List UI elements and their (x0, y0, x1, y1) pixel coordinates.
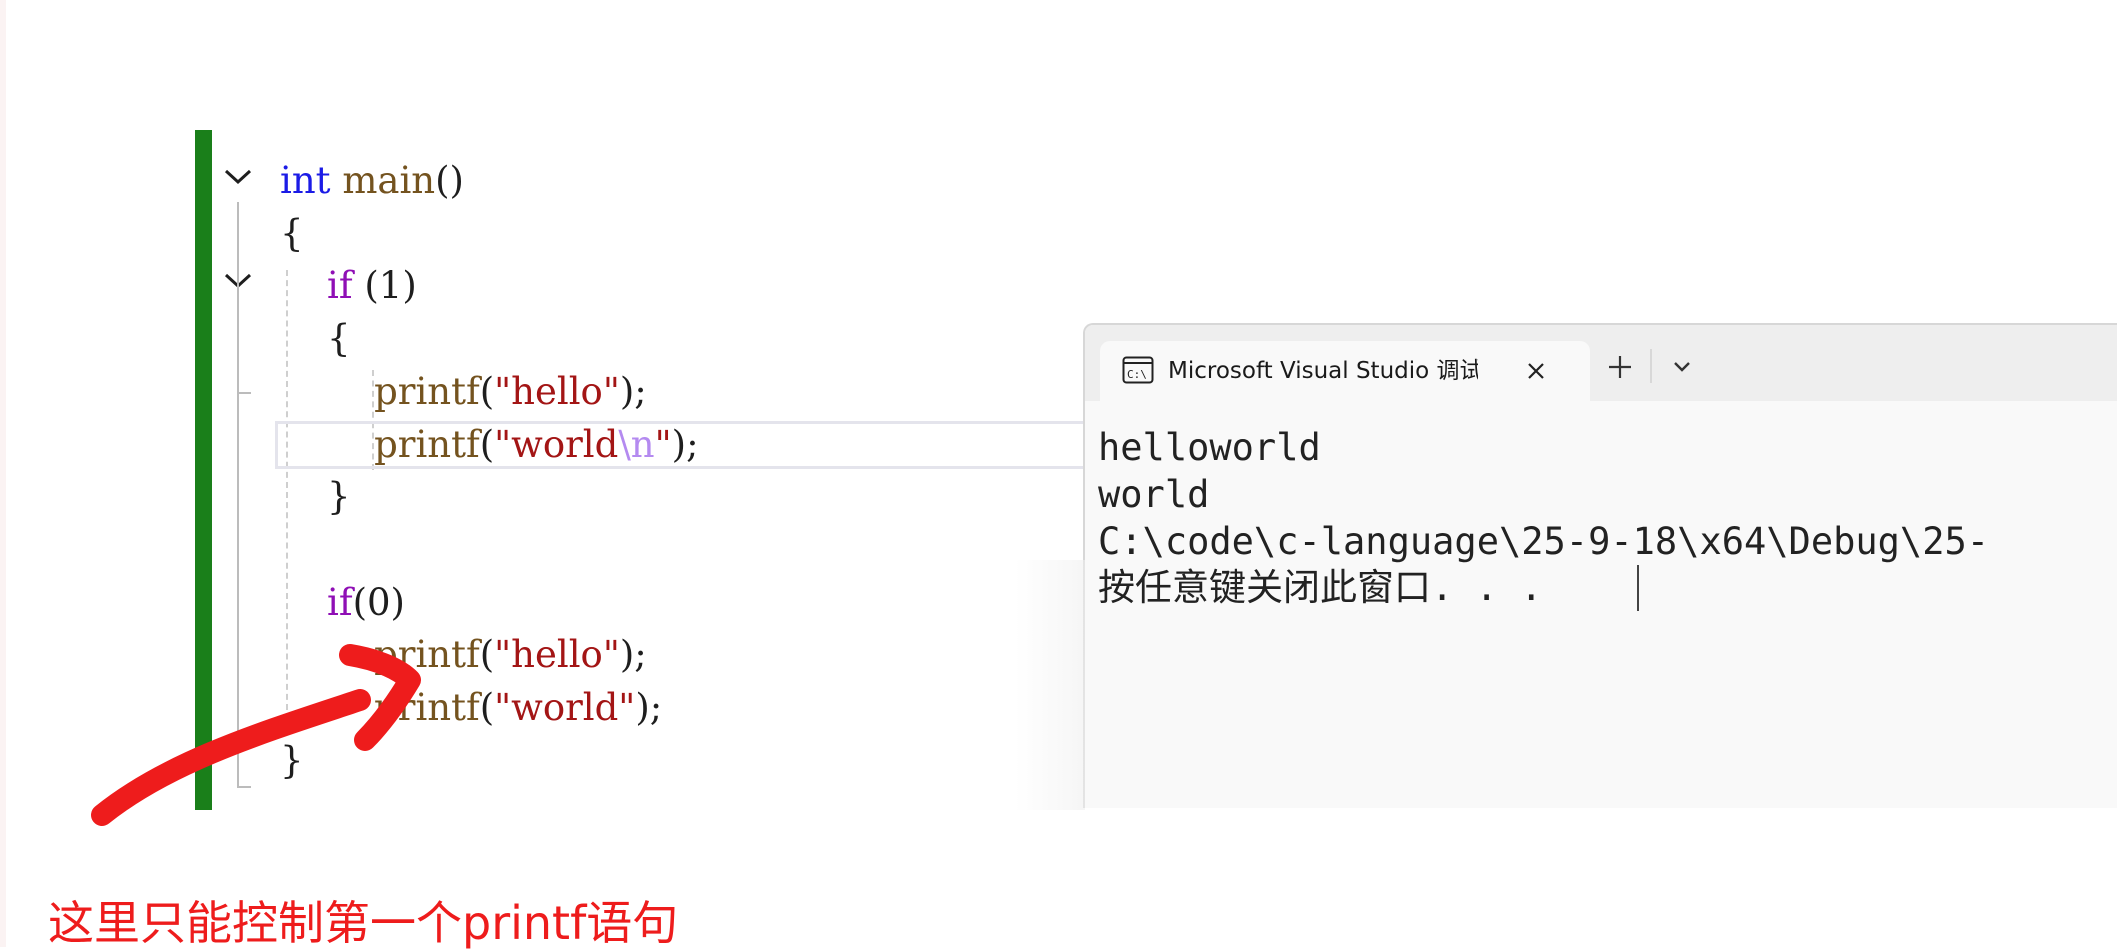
annotation-text: 这里只能控制第一个printf语句 (48, 896, 679, 950)
annotation-arrow (91, 644, 421, 826)
